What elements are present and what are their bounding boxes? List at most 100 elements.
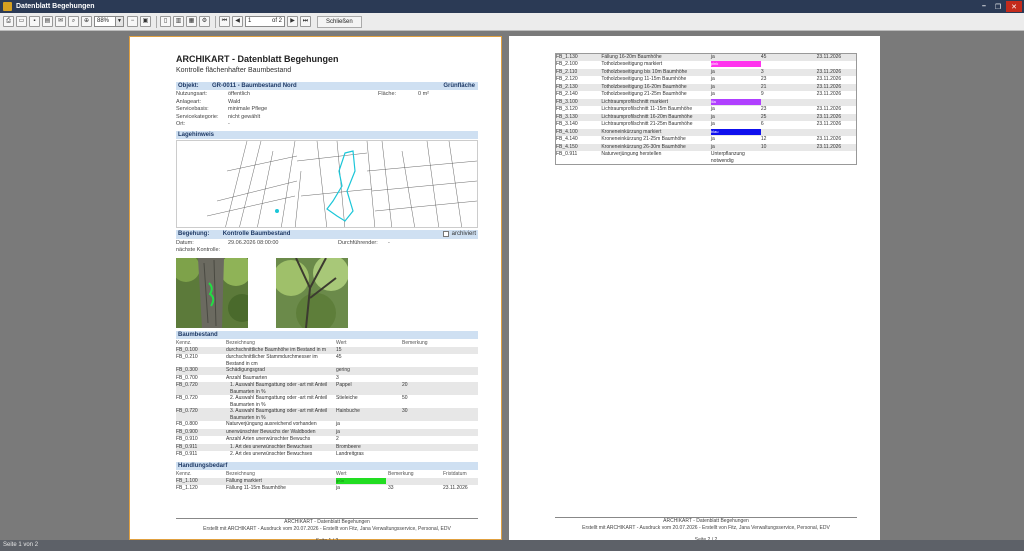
archiviert-option[interactable]: archiviert [442,230,478,239]
table-cell: 23.11.2026 [816,143,857,151]
objekt-field-label-2 [378,106,418,114]
table-cell [816,98,857,106]
table-header-row: Kennz. Bezeichnung Wert Bemerkung Fristdatum [176,470,478,478]
table-cell: Naturverjüngung herstellen [601,151,662,157]
objekt-row: Nutzungsart: öffentlich Fläche: 0 m² [176,91,478,99]
table-row: FB_0.800 Naturverjüngung ausreichend vorh… [176,421,478,429]
table-cell: 9 [760,91,764,97]
restore-icon[interactable]: ❐ [992,1,1004,12]
table-cell: 30 [402,408,478,421]
naechste-kontrolle-label: nächste Kontrolle: [176,247,221,253]
table-cell: FB_0.100 [176,346,226,354]
settings-icon[interactable]: ⚙ [199,16,210,27]
single-page-icon[interactable]: ▯ [160,16,171,27]
table-cell [402,436,478,444]
table-cell: ja [336,485,340,491]
table-cell [816,128,857,136]
objekt-field-label: Servicekategorie: [176,113,219,120]
tree-photo-1[interactable] [176,257,248,328]
thumbnail-icon[interactable]: ▦ [186,16,197,27]
archiviert-checkbox[interactable] [442,231,449,237]
table-cell: 23.11.2026 [816,68,857,76]
table-cell [402,375,478,383]
location-map [176,139,478,228]
table-cell: ja [710,113,761,121]
table-cell: Pappel [336,382,402,395]
viewer-toolbar: ⎙ ▭ ▪ ▤ ✉ ⌕ ⊕ 88% ▼ − ▣ ▯ ▥ ▦ ⚙ ⏮ ◀ 1 of… [0,13,1024,31]
next-page-icon[interactable]: ▶ [287,16,298,27]
table-row: FB_0.210 durchschnittlicher Stammdurchmes… [176,354,478,367]
close-window-icon[interactable]: ✕ [1006,1,1022,12]
save-icon[interactable]: ▪ [29,16,40,27]
table-header-row: Kennz. Bezeichnung Wert Bemerkung [176,339,478,347]
handlungsbedarf-continued-table: FB_1.130 Fällung 16-20m Baumhöhe ja 45 23.11… [555,53,857,165]
table-row: FB_1.130 Fällung 16-20m Baumhöhe ja 45 23.11… [555,53,857,61]
minimize-icon[interactable]: – [978,1,990,12]
table-cell: ja [336,421,340,427]
status-bar: Seite 1 von 2 [0,540,1024,551]
table-cell: 23.11.2026 [816,121,842,127]
table-cell: FB_2.140 [556,91,578,97]
objekt-field-value: Wald [228,98,241,105]
table-cell: 15 [336,346,402,354]
objekt-field-label-2 [378,99,418,107]
table-cell [760,98,817,106]
table-cell: FB_4.150 [555,143,602,151]
tree-photo-2[interactable] [276,257,348,328]
fit-page-icon[interactable]: ▣ [140,16,151,27]
two-page-icon[interactable]: ▥ [173,16,184,27]
table-cell: ja [710,53,761,61]
table-cell: 20 [402,382,478,395]
table-cell: FB_0.911 [176,443,226,451]
zoom-dropdown-icon[interactable]: ▼ [116,16,124,27]
begehung-value: Kontrolle Baumbestand [222,230,291,237]
page-2-content: FB_1.130 Fällung 16-20m Baumhöhe ja 45 23.11… [555,53,857,165]
table-cell: FB_0.720 [176,395,198,401]
table-cell: ja [710,83,761,91]
footer-created: Erstellt mit ARCHIKART - Ausdruck vom 20… [582,524,830,531]
close-button[interactable]: Schließen [317,15,362,28]
objekt-field-label-2 [378,121,418,129]
table-cell: ja [710,106,715,112]
table-cell: 6 [760,121,764,127]
column-header: Bezeichnung [226,339,255,346]
table-row: FB_0.700 Anzahl Baumarten 3 [176,375,478,383]
report-subtitle: Kontrolle flächenhafter Baumbestand [176,67,292,74]
table-cell: 1. Auswahl Baumgattung oder -art mit Ant… [226,382,336,395]
table-cell: Fällung 16-20m Baumhöhe [601,53,711,61]
table-cell: Brombeere [336,443,402,451]
last-page-icon[interactable]: ⏭ [300,16,311,27]
zoom-input[interactable]: 88% [94,16,116,27]
objekt-field-label: Servicebasis: [176,106,209,112]
table-cell: Anzahl Arten unerwünschter Bewuchs [226,436,311,442]
objekt-row: Anlageart: Wald [176,99,478,107]
column-header: Wert [336,339,347,346]
table-cell: FB_4.100 [555,128,602,136]
find-icon[interactable]: ⌕ [68,16,79,27]
table-row: FB_0.900 unerwünschter Bewuchs der Waldbo… [176,428,478,436]
table-cell: FB_2.120 [556,76,578,82]
print-icon[interactable]: ⎙ [3,16,14,27]
first-page-icon[interactable]: ⏮ [219,16,230,27]
table-cell: durchschnittliche Baumhöhe im Bestand in… [226,346,336,354]
table-row: FB_4.150 Kroneneinkürzung 26-30m Baumhöhe… [555,143,857,151]
table-cell: 50 [402,395,408,401]
table-cell: 23.11.2026 [816,113,857,121]
table-cell: Unterpflanzung notwendig [710,151,745,164]
table-cell: Stieleiche [336,395,358,401]
zoom-icon[interactable]: ⊕ [81,16,92,27]
prev-page-icon[interactable]: ◀ [232,16,243,27]
table-cell: Kroneneinkürzung markiert [601,128,711,136]
zoom-out-icon[interactable]: − [127,16,138,27]
open-icon[interactable]: ▭ [16,16,27,27]
pdf-export-icon[interactable]: ▤ [42,16,53,27]
table-cell: 23 [760,106,767,112]
table-cell [817,61,857,69]
mail-icon[interactable]: ✉ [55,16,66,27]
table-cell: Landreitgras [336,451,364,457]
page-number-input[interactable]: 1 of 2 [245,16,285,27]
page-current: 1 [248,18,252,24]
app-icon [3,2,12,11]
table-cell: FB_0.911 [176,451,198,457]
lagehinweis-header: Lagehinweis [176,130,478,139]
